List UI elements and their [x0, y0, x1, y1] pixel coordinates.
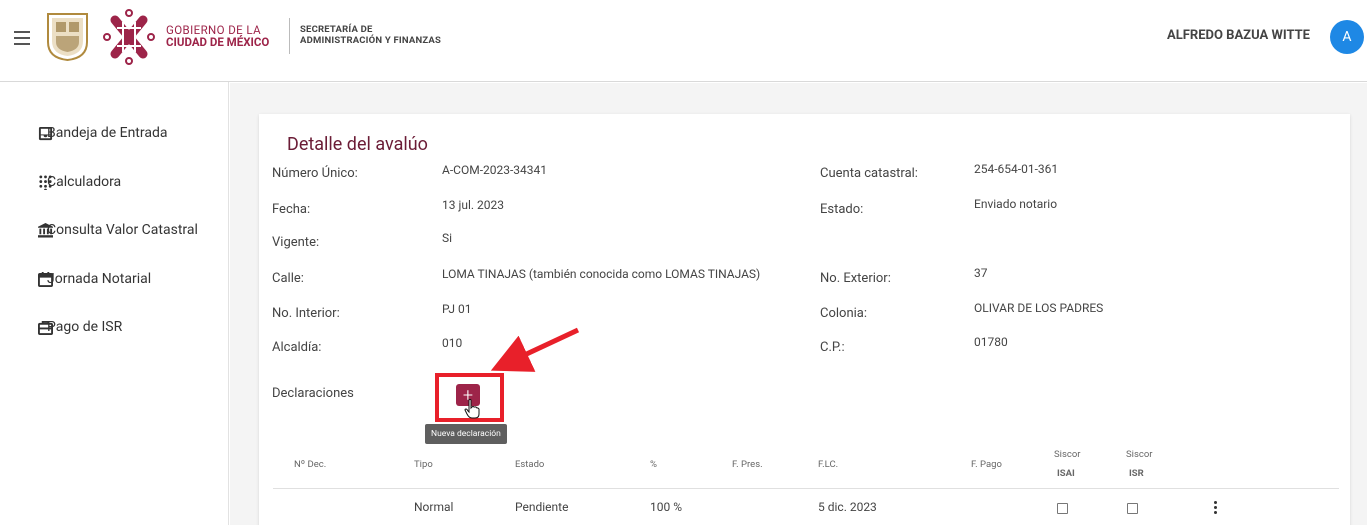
colonia-label: Colonia: [820, 306, 868, 321]
row-pct: 100 % [650, 500, 682, 514]
no-interior-value: PJ 01 [442, 302, 472, 316]
siscor-isai-checkbox[interactable] [1057, 503, 1068, 514]
col-header-flc: F.LC. [818, 459, 839, 470]
sidebar-item-jornada-notarial[interactable]: Jornada Notarial [0, 260, 229, 298]
cp-label: C.P.: [820, 340, 845, 355]
row-actions-more-icon[interactable] [1214, 501, 1218, 515]
row-tipo: Normal [414, 500, 454, 514]
sidebar-item-label: Consulta Valor Catastral [47, 222, 198, 238]
fecha-label: Fecha: [272, 202, 311, 217]
vigente-label: Vigente: [272, 235, 320, 250]
col-header-siscor-isai-top: Siscor [1054, 449, 1081, 460]
col-header-no-dec: Nº Dec. [294, 459, 327, 470]
fecha-value: 13 jul. 2023 [442, 198, 504, 212]
cdmx-brand-logo [103, 9, 155, 65]
sidebar-item-label: Bandeja de Entrada [47, 125, 168, 141]
secretaria-line2: ADMINISTRACIÓN Y FINANZAS [300, 35, 442, 46]
declaraciones-label: Declaraciones [272, 386, 354, 401]
government-name: GOBIERNO DE LA CIUDAD DE MÉXICO [166, 24, 269, 48]
calle-value: LOMA TINAJAS (también conocida como LOMA… [442, 267, 761, 281]
cdmx-shield-logo [47, 13, 88, 62]
cuenta-catastral-value: 254-654-01-361 [974, 162, 1059, 176]
numero-unico-label: Número Único: [272, 166, 358, 181]
gov-line2: CIUDAD DE MÉXICO [166, 35, 270, 49]
col-header-siscor-isr-top: Siscor [1126, 449, 1153, 460]
col-header-siscor-isai-bottom: ISAI [1057, 468, 1075, 479]
sidebar: Bandeja de Entrada Calculadora Consulta … [0, 82, 229, 525]
col-header-tipo: Tipo [414, 459, 433, 470]
cp-value: 01780 [974, 335, 1008, 349]
main-content: Detalle del avalúo Número Único: A-COM-2… [230, 83, 1367, 525]
row-flc: 5 dic. 2023 [818, 500, 877, 514]
col-header-siscor-isr-bottom: ISR [1129, 468, 1144, 479]
sidebar-item-label: Jornada Notarial [47, 271, 152, 287]
colonia-value: OLIVAR DE LOS PADRES [974, 301, 1104, 315]
alcaldia-label: Alcaldía: [272, 340, 322, 355]
siscor-isr-checkbox[interactable] [1127, 503, 1138, 514]
table-header-divider [273, 488, 1339, 489]
secretaria-name: SECRETARÍA DE ADMINISTRACIÓN Y FINANZAS [300, 24, 441, 46]
hand-pointer-cursor-icon [464, 399, 480, 419]
no-exterior-value: 37 [974, 266, 988, 280]
hamburger-menu-icon[interactable] [14, 31, 30, 45]
row-estado: Pendiente [515, 500, 569, 514]
col-header-pct: % [650, 459, 657, 470]
sidebar-item-label: Pago de ISR [47, 319, 123, 335]
app-header: GOBIERNO DE LA CIUDAD DE MÉXICO SECRETAR… [0, 0, 1367, 82]
col-header-estado: Estado [515, 459, 545, 470]
alcaldia-value: 010 [442, 336, 463, 350]
header-divider [289, 18, 290, 54]
sidebar-item-bandeja[interactable]: Bandeja de Entrada [0, 114, 229, 152]
col-header-f-pres: F. Pres. [732, 459, 763, 470]
user-avatar[interactable]: A [1330, 20, 1364, 54]
sidebar-item-calculadora[interactable]: Calculadora [0, 163, 229, 201]
no-interior-label: No. Interior: [272, 306, 340, 321]
page-title: Detalle del avalúo [287, 134, 428, 155]
cuenta-catastral-label: Cuenta catastral: [820, 166, 918, 181]
detalle-avaluo-card: Detalle del avalúo Número Único: A-COM-2… [259, 114, 1350, 525]
sidebar-item-label: Calculadora [47, 174, 122, 190]
no-exterior-label: No. Exterior: [820, 271, 891, 286]
user-name[interactable]: ALFREDO BAZUA WITTE [1167, 28, 1310, 43]
nueva-declaracion-tooltip: Nueva declaración [425, 424, 507, 444]
sidebar-item-pago-isr[interactable]: Pago de ISR [0, 308, 229, 346]
numero-unico-value: A-COM-2023-34341 [442, 163, 548, 177]
vigente-value: Si [442, 231, 453, 245]
estado-value: Enviado notario [974, 197, 1058, 211]
col-header-f-pago: F. Pago [971, 459, 1002, 470]
calle-label: Calle: [272, 271, 304, 286]
secretaria-line1: SECRETARÍA DE [300, 24, 373, 35]
estado-label: Estado: [820, 202, 864, 217]
sidebar-item-consulta-valor[interactable]: Consulta Valor Catastral [0, 211, 229, 249]
